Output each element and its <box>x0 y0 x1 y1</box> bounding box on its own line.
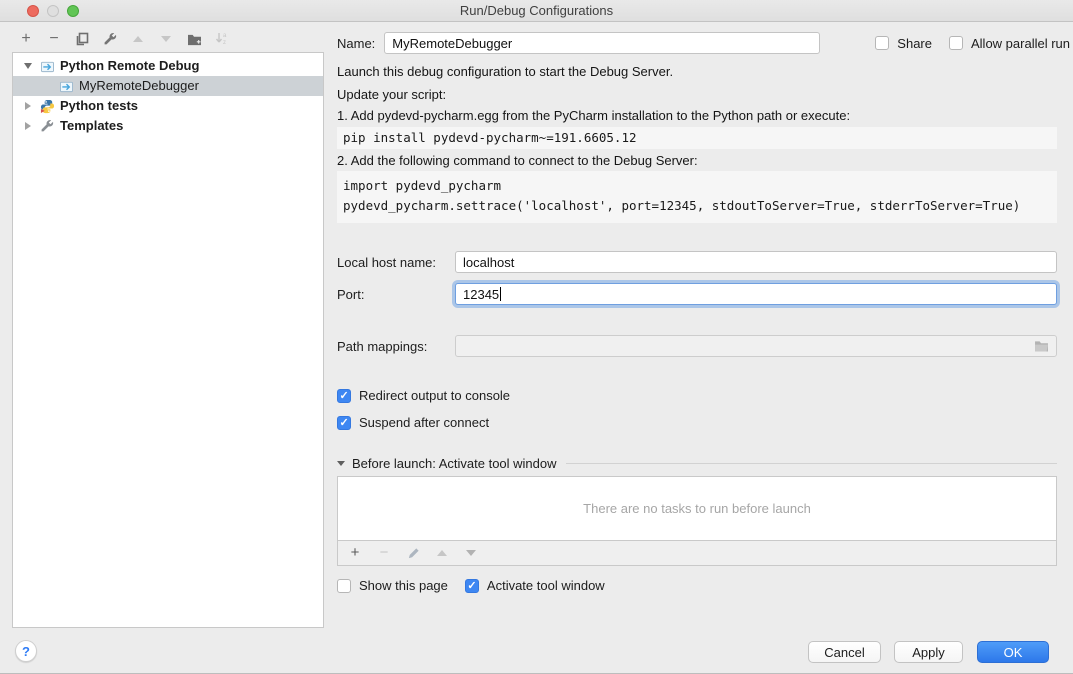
tree-item-python-remote-debug[interactable]: Python Remote Debug <box>13 56 323 76</box>
local-host-name-input[interactable]: localhost <box>455 251 1057 273</box>
svg-text:a: a <box>223 33 227 39</box>
task-list-toolbar: + − <box>337 541 1057 566</box>
tree-item-python-tests[interactable]: Python tests <box>13 96 323 116</box>
settrace-code-line1: import pydevd_pycharm <box>337 176 1057 196</box>
ok-button[interactable]: OK <box>977 641 1049 663</box>
move-up-icon <box>130 31 146 47</box>
python-tests-icon <box>39 98 55 114</box>
intro-text: Launch this debug configuration to start… <box>337 64 673 79</box>
svg-text:z: z <box>223 40 226 46</box>
activate-tool-window-checkbox[interactable] <box>465 579 479 593</box>
allow-parallel-run-label: Allow parallel run <box>971 36 1070 51</box>
tree-item-label: Templates <box>60 116 123 136</box>
settrace-code[interactable]: import pydevd_pycharm pydevd_pycharm.set… <box>337 171 1057 223</box>
tree-item-label: MyRemoteDebugger <box>79 76 199 96</box>
step2-text: 2. Add the following command to connect … <box>337 153 698 168</box>
new-folder-icon[interactable] <box>186 31 202 47</box>
browse-folder-icon[interactable] <box>1034 340 1049 352</box>
move-down-icon <box>158 31 174 47</box>
redirect-output-checkbox[interactable] <box>337 389 351 403</box>
chevron-expanded-icon[interactable] <box>21 63 35 69</box>
add-configuration-icon[interactable]: + <box>18 31 34 47</box>
share-label: Share <box>897 36 932 51</box>
path-mappings-label: Path mappings: <box>337 339 455 354</box>
name-label: Name: <box>337 36 375 51</box>
name-input[interactable]: MyRemoteDebugger <box>384 32 820 54</box>
local-host-name-label: Local host name: <box>337 255 455 270</box>
section-divider <box>566 463 1057 464</box>
allow-parallel-run-checkbox[interactable] <box>949 36 963 50</box>
text-cursor <box>500 287 501 301</box>
suspend-after-connect-label: Suspend after connect <box>359 415 489 430</box>
redirect-output-label: Redirect output to console <box>359 388 510 403</box>
configurations-tree: Python Remote Debug MyRemoteDebugger Pyt… <box>12 52 324 628</box>
templates-wrench-icon <box>39 118 55 134</box>
run-debug-configurations-dialog: Run/Debug Configurations + − az Python R… <box>0 0 1073 674</box>
copy-configuration-icon[interactable] <box>74 31 90 47</box>
activate-tool-window-label: Activate tool window <box>487 578 605 593</box>
add-task-icon[interactable]: + <box>347 545 363 561</box>
remove-task-icon: − <box>376 545 392 561</box>
step1-text: 1. Add pydevd-pycharm.egg from the PyCha… <box>337 108 850 123</box>
configurations-toolbar: + − az <box>18 31 230 47</box>
settrace-code-line2: pydevd_pycharm.settrace('localhost', por… <box>337 196 1057 216</box>
update-script-text: Update your script: <box>337 87 446 102</box>
port-input[interactable]: 12345 <box>455 283 1057 305</box>
move-task-down-icon <box>463 545 479 561</box>
share-checkbox[interactable] <box>875 36 889 50</box>
chevron-collapsed-icon[interactable] <box>21 122 35 130</box>
before-launch-task-list[interactable]: There are no tasks to run before launch <box>337 476 1057 541</box>
path-mappings-input[interactable] <box>455 335 1057 357</box>
no-tasks-text: There are no tasks to run before launch <box>583 501 811 516</box>
tree-item-label: Python Remote Debug <box>60 56 199 76</box>
suspend-after-connect-checkbox[interactable] <box>337 416 351 430</box>
titlebar: Run/Debug Configurations <box>0 0 1073 22</box>
chevron-collapsed-icon[interactable] <box>21 102 35 110</box>
port-label: Port: <box>337 287 455 302</box>
remove-configuration-icon[interactable]: − <box>46 31 62 47</box>
sort-configurations-icon: az <box>214 31 230 47</box>
tree-item-templates[interactable]: Templates <box>13 116 323 136</box>
apply-button[interactable]: Apply <box>894 641 963 663</box>
edit-templates-icon[interactable] <box>102 31 118 47</box>
tree-item-label: Python tests <box>60 96 138 116</box>
show-this-page-checkbox[interactable] <box>337 579 351 593</box>
remote-debug-config-icon <box>39 58 55 74</box>
before-launch-title: Before launch: Activate tool window <box>352 456 557 471</box>
window-title: Run/Debug Configurations <box>0 3 1073 18</box>
cancel-button[interactable]: Cancel <box>808 641 881 663</box>
tree-item-myremotedebugger[interactable]: MyRemoteDebugger <box>13 76 323 96</box>
help-button[interactable]: ? <box>15 640 37 662</box>
pip-install-code[interactable]: pip install pydevd-pycharm~=191.6605.12 <box>337 127 1057 149</box>
move-task-up-icon <box>434 545 450 561</box>
edit-task-icon <box>405 545 421 561</box>
collapse-section-icon[interactable] <box>337 461 345 466</box>
show-this-page-label: Show this page <box>359 578 448 593</box>
remote-debug-config-icon <box>58 78 74 94</box>
question-mark-icon: ? <box>22 644 30 659</box>
